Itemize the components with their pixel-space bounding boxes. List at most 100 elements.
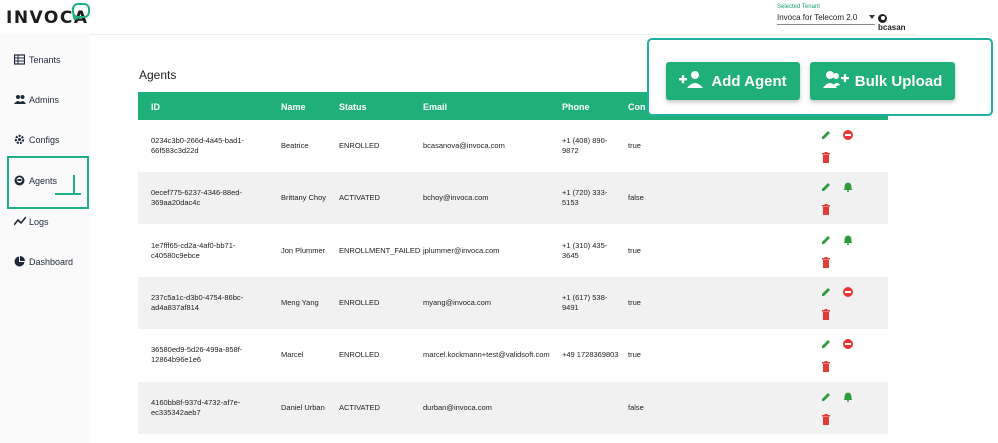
cell-id: 237c5a1c-d3b0-4754-86bc-ad4a837af814 <box>151 277 276 329</box>
id-line-2: c40580c9ebce <box>151 250 200 260</box>
column-header-id[interactable]: ID <box>151 102 160 112</box>
id-line-2: 12864b96e1e6 <box>151 355 202 365</box>
id-line-2: ad4a837af814 <box>151 302 199 312</box>
id-line-2: 369aa20dac4c <box>151 198 201 208</box>
bulk-upload-label: Bulk Upload <box>854 72 943 90</box>
group-add-icon <box>822 70 849 92</box>
page-title: Agents <box>139 68 177 82</box>
edit-icon[interactable] <box>821 339 831 349</box>
column-header-email[interactable]: Email <box>423 102 447 112</box>
tenant-select[interactable]: Selected Tenant Invoca for Telecom 2.0 <box>777 4 875 25</box>
gear-icon <box>14 134 25 145</box>
trash-icon[interactable] <box>821 256 831 268</box>
cell-phone <box>562 382 624 434</box>
table-row[interactable]: 0234c3b0-266d-4a45-bad1- 66f583c3d22d Beat… <box>138 120 888 172</box>
sidebar-item-label: Dashboard <box>29 256 74 267</box>
id-line-1: 36580ed9-5d26-499a-858f- <box>151 345 243 355</box>
edit-icon[interactable] <box>821 392 831 402</box>
id-line-1: 4160bb8f-937d-4732-af7e- <box>151 397 241 407</box>
cell-phone: +49 1728369803 <box>562 329 624 381</box>
trash-icon[interactable] <box>821 308 831 320</box>
phone-line-2: 9872 <box>562 146 579 155</box>
active-item-underline <box>55 193 81 195</box>
block-icon[interactable] <box>843 339 853 350</box>
trash-icon[interactable] <box>821 413 831 425</box>
cell-con: false <box>628 402 644 412</box>
cell-name: Jon Plummer <box>281 245 326 255</box>
trash-icon[interactable] <box>821 361 831 373</box>
account-circle-icon <box>878 14 887 24</box>
bell-icon[interactable] <box>843 182 853 193</box>
cell-con: true <box>628 350 641 360</box>
sidebar-item-tenants[interactable]: Tenants <box>13 54 61 65</box>
column-header-con[interactable]: Con <box>628 102 646 112</box>
bell-icon[interactable] <box>843 392 853 402</box>
cell-con: true <box>628 141 641 150</box>
cell-id: 1e7fff65-cd2a-4af0-bb71- c40580c9ebce <box>151 225 276 277</box>
cell-id: 36580ed9-5d26-499a-858f- 12864b96e1e6 <box>151 329 276 381</box>
phone-line-1: +1 (720) 333- <box>562 188 608 198</box>
sidebar-item-label: Configs <box>29 134 60 145</box>
column-header-phone[interactable]: Phone <box>562 102 590 112</box>
trash-icon[interactable] <box>821 152 831 163</box>
cell-phone: +1 (408) 890- 9872 <box>562 120 624 172</box>
cell-con: true <box>628 245 641 255</box>
cell-status: ENROLLED <box>339 141 380 150</box>
cell-con: true <box>628 297 641 307</box>
trash-icon[interactable] <box>821 204 831 216</box>
sidebar-item-dashboard[interactable]: Dashboard <box>14 256 73 267</box>
user-menu[interactable]: bcasan <box>878 14 916 32</box>
column-header-name[interactable]: Name <box>281 102 306 112</box>
cell-email: bchoy@invoca.com <box>423 193 489 203</box>
phone-line-2: 9491 <box>562 302 579 312</box>
row-actions <box>821 277 861 329</box>
cell-phone: +1 (617) 538- 9491 <box>562 277 624 329</box>
sidebar-item-logs[interactable]: Logs <box>13 216 49 227</box>
bell-icon[interactable] <box>843 235 853 245</box>
tenant-select-label: Selected Tenant <box>777 4 820 10</box>
edit-icon[interactable] <box>821 182 831 192</box>
table-row[interactable]: 237c5a1c-d3b0-4754-86bc-ad4a837af814 Meng… <box>138 276 888 329</box>
cell-phone: +1 (720) 333- 5153 <box>562 172 624 224</box>
tenant-select-text: Invoca for Telecom 2.0 <box>777 13 858 22</box>
table-row[interactable]: 0ecef775-6237-4346-88ed- 369aa20dac4c Brit… <box>138 172 888 225</box>
cell-id: 4160bb8f-937d-4732-af7e-ec335342aeb7 <box>151 382 276 434</box>
table-row[interactable]: 4160bb8f-937d-4732-af7e-ec335342aeb7 Dani… <box>138 381 888 434</box>
cell-email: durban@invoca.com <box>423 402 492 412</box>
action-callout: Add Agent Bulk Upload <box>647 38 993 116</box>
cell-email: myang@invoca.com <box>423 297 492 307</box>
top-bar: INVOCA Selected Tenant Invoca for Teleco… <box>0 0 916 35</box>
id-line-1: 0ecef775-6237-4346-88ed- <box>151 188 242 198</box>
tenant-select-value[interactable]: Invoca for Telecom 2.0 <box>777 13 875 25</box>
trend-icon <box>13 216 27 227</box>
edit-icon[interactable] <box>821 130 831 140</box>
phone-line-1: +1 (310) 435- <box>562 240 608 250</box>
cell-name: Daniel Urban <box>281 402 325 412</box>
cell-id: 0ecef775-6237-4346-88ed- 369aa20dac4c <box>151 172 276 224</box>
cell-status: ENROLLMENT_FAILED <box>339 245 421 255</box>
column-header-status[interactable]: Status <box>339 102 367 112</box>
phone-line-1: +1 (617) 538- <box>562 292 608 302</box>
agents-table: ID Name Status Email Phone Con 0234c3b0-… <box>138 92 888 443</box>
sidebar-item-admins[interactable]: Admins <box>14 94 59 105</box>
bulk-upload-button[interactable]: Bulk Upload <box>810 62 955 100</box>
chat-bubble-icon <box>72 3 90 18</box>
table-row[interactable]: 1e7fff65-cd2a-4af0-bb71- c40580c9ebce Jon … <box>138 225 888 277</box>
edit-icon[interactable] <box>821 235 831 245</box>
cell-name: Marcel <box>281 350 304 360</box>
id-line-1: 0234c3b0-266d-4a45-bad1- <box>151 136 244 145</box>
id-line-2: ec335342aeb7 <box>151 407 201 417</box>
table-row[interactable]: 36580ed9-5d26-499a-858f- 12864b96e1e6 Marc… <box>138 329 888 381</box>
sidebar-item-configs[interactable]: Configs <box>14 134 60 145</box>
sidebar-item-label: Admins <box>29 94 60 105</box>
add-agent-button[interactable]: Add Agent <box>666 62 800 100</box>
block-icon[interactable] <box>843 130 853 140</box>
caret-down-icon[interactable] <box>869 15 875 19</box>
block-icon[interactable] <box>843 286 853 297</box>
row-actions <box>821 172 861 224</box>
edit-icon[interactable] <box>821 287 831 297</box>
active-item-highlight <box>7 156 89 209</box>
add-agent-label: Add Agent <box>711 72 787 90</box>
cell-status: ENROLLED <box>339 350 380 360</box>
person-add-icon <box>679 70 705 92</box>
